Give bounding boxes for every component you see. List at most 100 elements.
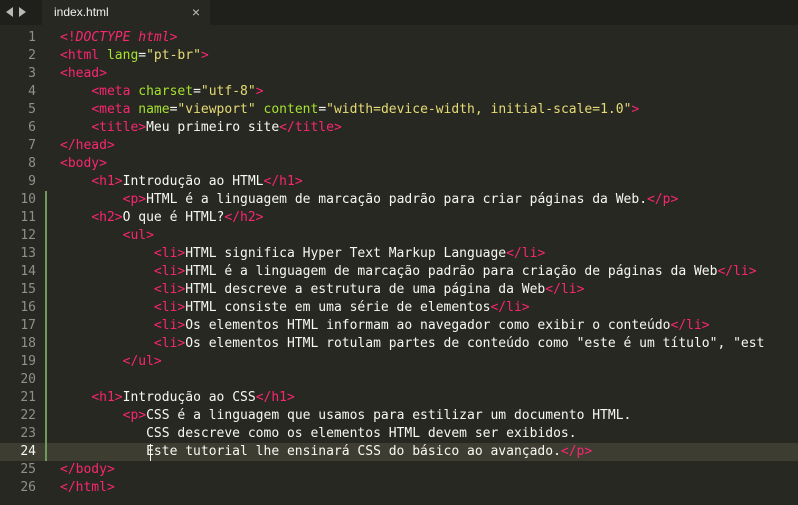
code-token: <h1> <box>91 390 123 405</box>
code-token: content <box>263 102 319 117</box>
line-number: 24 <box>20 444 36 459</box>
code-token: > <box>200 48 209 63</box>
line-number: 17 <box>20 318 36 333</box>
code-line[interactable]: <p>HTML é a linguagem de marcação padrão… <box>60 191 679 209</box>
code-line[interactable]: Este tutorial lhe ensinará CSS do básico… <box>60 443 592 461</box>
code-token: "width=device-width, initial-scale=1.0" <box>326 102 632 117</box>
line-number: 7 <box>28 138 36 153</box>
code-line[interactable]: </head> <box>60 137 115 155</box>
line-number: 5 <box>28 102 36 117</box>
modified-line-marker <box>45 245 47 263</box>
code-token: Meu primeiro site <box>146 120 280 135</box>
line-number: 8 <box>28 156 36 171</box>
code-token: name <box>138 102 170 117</box>
code-line[interactable]: <meta charset="utf-8"> <box>60 83 263 101</box>
code-line[interactable]: <ul> <box>60 227 154 245</box>
line-number-gutter: 1 2 3 4 5 6 7 8 9 10 11 12 13 14 15 16 17 18 19 20 21 22 23 24 2… <box>0 26 47 505</box>
modified-line-marker <box>45 353 47 371</box>
code-token: <! <box>60 30 76 45</box>
code-line[interactable]: <body> <box>60 155 107 173</box>
line-number: 19 <box>20 354 36 369</box>
line-number: 22 <box>20 408 36 423</box>
code-line[interactable]: CSS descreve como os elementos HTML deve… <box>60 425 577 443</box>
line-number: 18 <box>20 336 36 351</box>
modified-line-marker <box>45 227 47 245</box>
code-token: </li> <box>490 300 530 315</box>
code-line[interactable]: <li>HTML consiste em uma série de elemen… <box>60 299 530 317</box>
code-line[interactable]: </html> <box>60 479 115 497</box>
tab-title: index.html <box>54 5 109 19</box>
code-line[interactable]: <p>CSS é a linguagem que usamos para est… <box>60 407 632 425</box>
code-line[interactable]: <h2>O que é HTML?</h2> <box>60 209 263 227</box>
modified-line-marker <box>45 407 47 425</box>
modified-line-marker <box>45 209 47 227</box>
code-line[interactable]: <li>Os elementos HTML rotulam partes de … <box>60 335 765 353</box>
code-token: <li> <box>153 264 186 279</box>
modified-line-marker <box>45 281 47 299</box>
code-token: </li> <box>717 264 757 279</box>
code-line[interactable]: <li>HTML significa Hyper Text Markup Lan… <box>60 245 545 263</box>
code-line[interactable]: <li>HTML é a linguagem de marcação padrã… <box>60 263 757 281</box>
code-token: <li> <box>153 336 186 351</box>
code-line[interactable]: <!DOCTYPE html> <box>60 29 177 47</box>
code-line[interactable]: <li>HTML descreve a estrutura de uma pág… <box>60 281 584 299</box>
code-token: HTML significa Hyper Text Markup Languag… <box>185 246 507 261</box>
close-icon[interactable]: × <box>192 0 200 24</box>
code-token: "utf-8" <box>200 84 256 99</box>
line-number: 1 <box>28 30 36 45</box>
code-line[interactable]: <html lang="pt-br"> <box>60 47 209 65</box>
code-line[interactable]: <meta name="viewport" content="width=dev… <box>60 101 639 119</box>
code-token: </h1> <box>255 390 295 405</box>
code-token: <h2> <box>91 210 123 225</box>
code-token: <ul> <box>122 228 154 243</box>
code-token: lang <box>106 48 139 63</box>
line-number: 16 <box>20 300 36 315</box>
code-token: "viewport" <box>177 102 256 117</box>
code-token: HTML consiste em uma série de elementos <box>185 300 491 315</box>
chevron-left-icon[interactable] <box>6 7 13 17</box>
code-token: O que é HTML? <box>122 210 225 225</box>
code-token: Este tutorial lhe ensinará CSS do básico… <box>60 444 561 459</box>
code-line[interactable]: </ul> <box>60 353 162 371</box>
line-number: 3 <box>28 66 36 81</box>
tab-index-html[interactable]: index.html × <box>42 0 210 25</box>
code-line[interactable]: <head> <box>60 65 107 83</box>
code-token: </body> <box>60 462 115 477</box>
code-token: DOCTYPE html <box>75 30 170 45</box>
line-number: 25 <box>20 462 36 477</box>
code-line[interactable]: </body> <box>60 461 115 479</box>
code-area[interactable]: 1 2 3 4 5 6 7 8 9 10 11 12 13 14 15 16 17 18 19 20 21 22 23 24 2… <box>0 26 798 505</box>
line-number: 20 <box>20 372 36 387</box>
text-cursor <box>150 444 151 461</box>
code-line[interactable]: <h1>Introdução ao HTML</h1> <box>60 173 302 191</box>
line-number: 10 <box>20 192 36 207</box>
code-token: <p> <box>122 408 147 423</box>
line-number: 14 <box>20 264 36 279</box>
modified-line-marker <box>45 371 47 389</box>
code-token: <head> <box>60 66 107 81</box>
code-token: <p> <box>122 192 147 207</box>
line-number: 11 <box>20 210 36 225</box>
code-token: <h1> <box>91 174 123 189</box>
code-token: = <box>193 84 201 99</box>
code-token: <meta <box>91 84 139 99</box>
chevron-right-icon[interactable] <box>19 7 26 17</box>
code-token: </li> <box>670 318 710 333</box>
code-token: CSS descreve como os elementos HTML deve… <box>60 426 577 441</box>
code-line[interactable]: <title>Meu primeiro site</title> <box>60 119 341 137</box>
code-token: <li> <box>153 282 186 297</box>
code-line[interactable]: <li>Os elementos HTML informam ao navega… <box>60 317 710 335</box>
code-line[interactable]: <h1>Introdução ao CSS</h1> <box>60 389 295 407</box>
